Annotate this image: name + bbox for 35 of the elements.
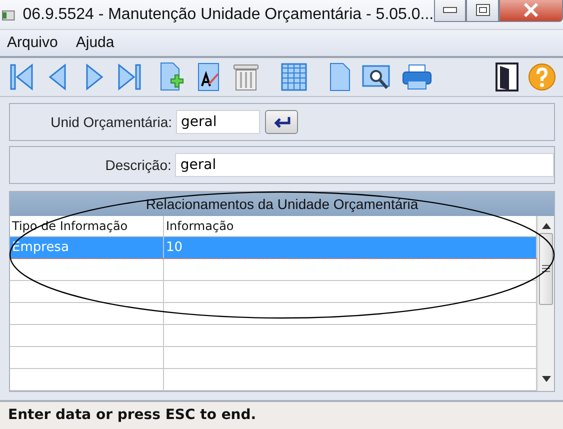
grid-title: Relacionamentos da Unidade Orçamentária bbox=[10, 192, 554, 216]
minimize-button[interactable] bbox=[434, 0, 466, 22]
scroll-up-icon[interactable] bbox=[542, 222, 550, 229]
close-button[interactable] bbox=[499, 0, 563, 22]
minimize-icon bbox=[443, 7, 458, 14]
menu-item[interactable]: Ajuda bbox=[76, 34, 114, 52]
column-header[interactable]: Tipo de Informação bbox=[10, 216, 164, 236]
magnifier-icon bbox=[362, 62, 392, 91]
menu-item[interactable]: Arquivo bbox=[7, 34, 58, 52]
document-icon bbox=[329, 62, 352, 92]
trash-icon bbox=[232, 62, 259, 92]
table-cell: Empresa bbox=[10, 236, 164, 258]
maximize-button[interactable] bbox=[466, 0, 500, 22]
app-icon bbox=[2, 8, 15, 22]
door-icon bbox=[495, 62, 520, 92]
input-field[interactable]: geral bbox=[176, 110, 260, 134]
scrollbar[interactable] bbox=[537, 216, 554, 391]
scroll-thumb[interactable] bbox=[539, 232, 553, 305]
close-icon bbox=[523, 3, 540, 18]
edit-document-icon bbox=[197, 62, 222, 92]
help-icon bbox=[528, 62, 556, 91]
first-icon bbox=[8, 62, 34, 92]
field-label: Descrição: bbox=[104, 156, 172, 173]
window-title: 06.9.5524 - Manutenção Unidade Orçamentária - 5.05.0... bbox=[22, 6, 434, 24]
input-field[interactable]: geral bbox=[175, 152, 554, 177]
return-arrow-icon bbox=[272, 116, 292, 128]
field-label: Unid Orçamentária: bbox=[50, 114, 173, 130]
status-text: Enter data or press ESC to end. bbox=[8, 407, 256, 424]
grip-icon bbox=[542, 265, 550, 272]
printer-icon bbox=[402, 62, 432, 91]
grid-icon bbox=[280, 62, 307, 92]
maximize-icon bbox=[476, 4, 490, 16]
enter-button[interactable] bbox=[265, 110, 298, 134]
scroll-down-icon[interactable] bbox=[542, 376, 550, 382]
last-icon bbox=[117, 62, 144, 92]
